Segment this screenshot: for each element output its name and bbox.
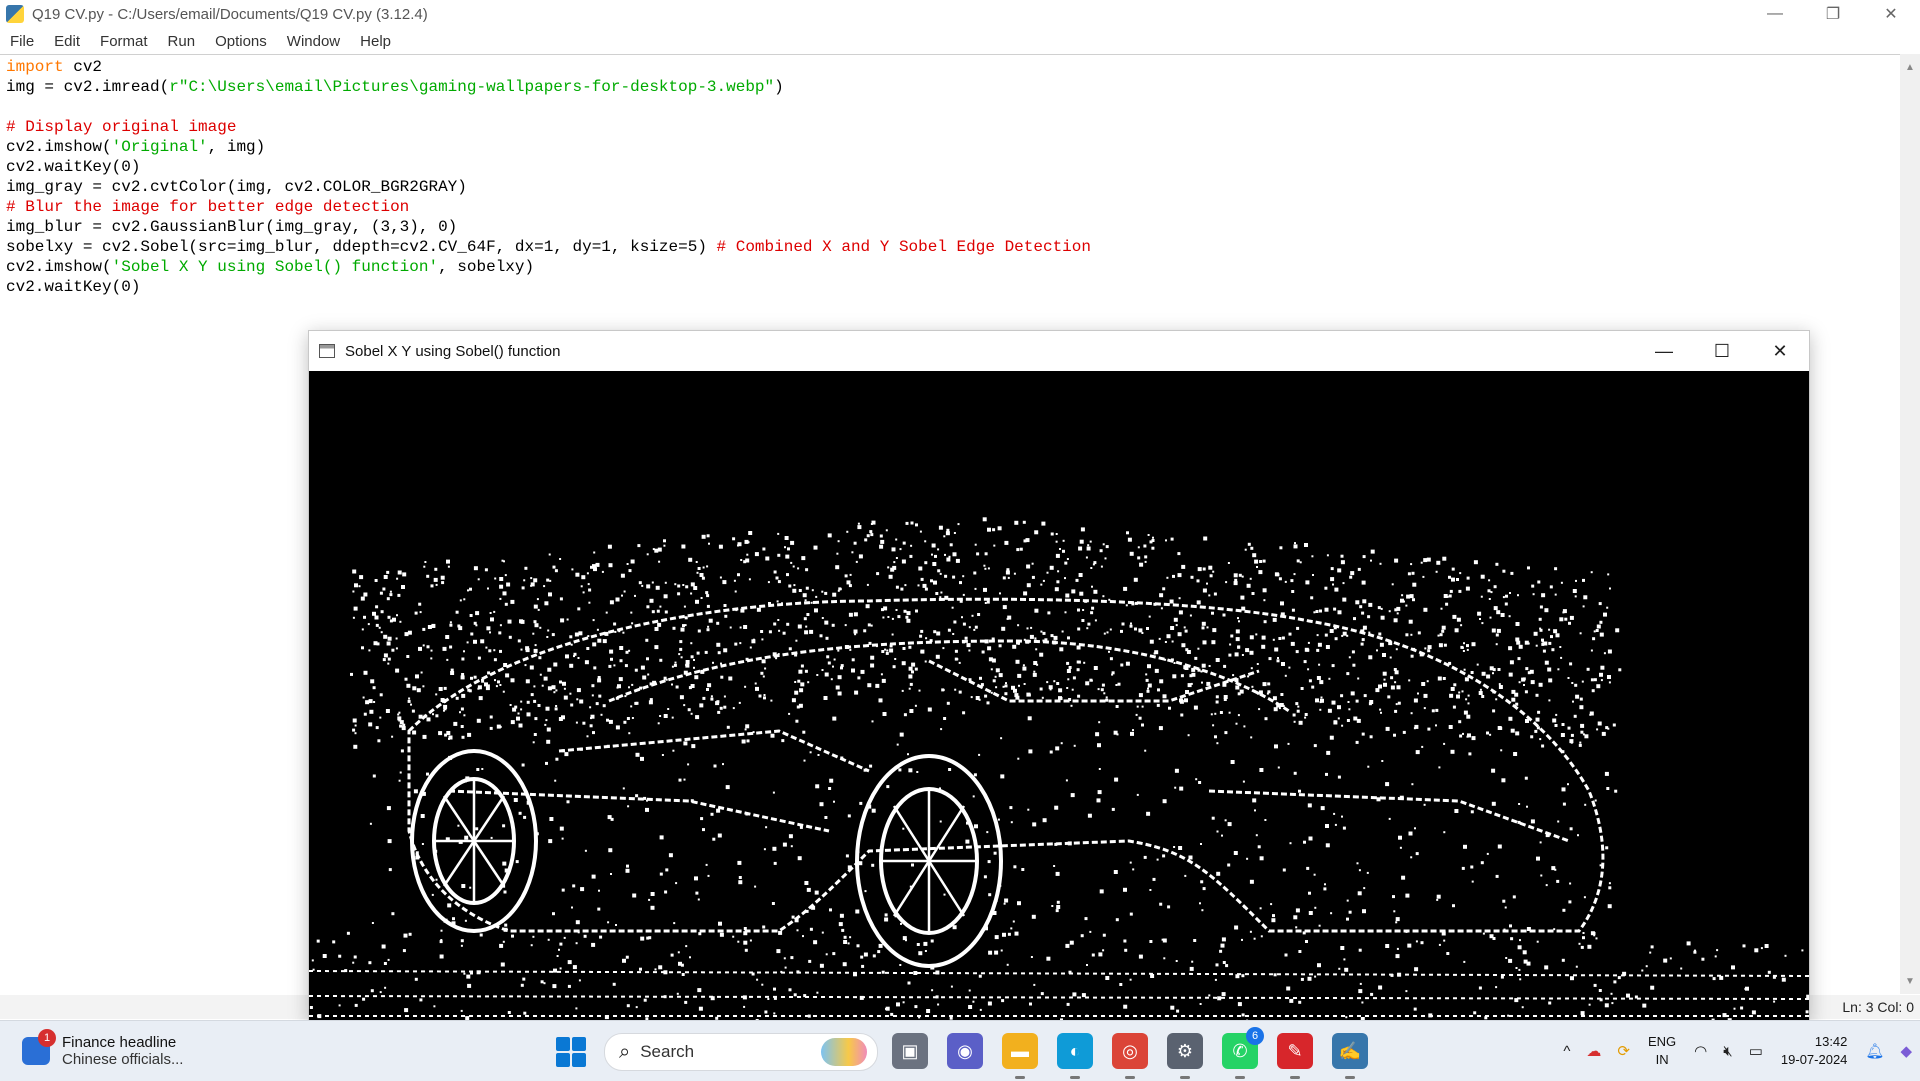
code-token: # Display original image	[6, 118, 236, 136]
code-token: 'Original'	[112, 138, 208, 156]
restore-button[interactable]: ❐	[1804, 0, 1862, 28]
menu-run[interactable]: Run	[158, 33, 206, 50]
code-line[interactable]: import cv2	[6, 57, 1091, 77]
sync-icon[interactable]: ⟳	[1617, 1042, 1630, 1060]
code-token: , img)	[208, 138, 266, 156]
menu-bar: File Edit Format Run Options Window Help	[0, 28, 1920, 54]
code-line[interactable]: # Display original image	[6, 117, 1091, 137]
opencv-close-button[interactable]: ✕	[1751, 331, 1809, 371]
opencv-maximize-button[interactable]: ☐	[1693, 331, 1751, 371]
code-token: cv2.imshow(	[6, 258, 112, 276]
onedrive-error-icon[interactable]: ☁	[1586, 1042, 1601, 1060]
menu-window[interactable]: Window	[277, 33, 350, 50]
code-token: # Blur the image for better edge detecti…	[6, 198, 409, 216]
scroll-up-icon[interactable]: ▲	[1900, 58, 1920, 76]
acrobat-icon[interactable]: ✎	[1277, 1033, 1313, 1069]
clock[interactable]: 13:42 19-07-2024	[1781, 1033, 1848, 1069]
code-line[interactable]: # Blur the image for better edge detecti…	[6, 197, 1091, 217]
taskbar: 1 Finance headline Chinese officials... …	[0, 1020, 1920, 1081]
battery-icon[interactable]: ▭	[1749, 1042, 1763, 1060]
vertical-scrollbar[interactable]: ▲ ▼	[1900, 54, 1920, 994]
opencv-window-title: Sobel X Y using Sobel() function	[345, 343, 560, 360]
code-token: cv2.imshow(	[6, 138, 112, 156]
show-hidden-icons-icon[interactable]: ^	[1563, 1043, 1570, 1060]
settings-icon[interactable]: ⚙	[1167, 1033, 1203, 1069]
notification-badge: 1	[38, 1029, 56, 1047]
wifi-icon[interactable]: ◠	[1694, 1042, 1707, 1060]
scroll-down-icon[interactable]: ▼	[1900, 972, 1920, 990]
search-highlight-icon	[821, 1038, 867, 1066]
code-token: img_blur = cv2.GaussianBlur(img_gray, (3…	[6, 218, 457, 236]
start-button[interactable]	[556, 1037, 586, 1067]
sobel-edge-car-image	[309, 371, 1809, 1021]
idle-title-bar: Q19 CV.py - C:/Users/email/Documents/Q19…	[0, 0, 1920, 28]
code-line[interactable]: sobelxy = cv2.Sobel(src=img_blur, ddepth…	[6, 237, 1091, 257]
menu-options[interactable]: Options	[205, 33, 277, 50]
code-line[interactable]: img = cv2.imread(r"C:\Users\email\Pictur…	[6, 77, 1091, 97]
minimize-button[interactable]: —	[1746, 0, 1804, 28]
code-token: )	[774, 78, 784, 96]
news-headline: Finance headline	[62, 1034, 183, 1051]
notifications-bell-icon[interactable]: 🔔︎	[1865, 1042, 1884, 1060]
opencv-window-controls: — ☐ ✕	[1635, 331, 1809, 371]
opencv-title-bar[interactable]: Sobel X Y using Sobel() function — ☐ ✕	[309, 331, 1809, 371]
clock-date: 19-07-2024	[1781, 1051, 1848, 1069]
news-subtext: Chinese officials...	[62, 1051, 183, 1068]
menu-file[interactable]: File	[0, 33, 44, 50]
language-code: ENG	[1648, 1033, 1676, 1051]
code-token: import	[6, 58, 64, 76]
code-text[interactable]: import cv2img = cv2.imread(r"C:\Users\em…	[6, 57, 1091, 297]
code-token: 'Sobel X Y using Sobel() function'	[112, 258, 438, 276]
code-line[interactable]: img_gray = cv2.cvtColor(img, cv2.COLOR_B…	[6, 177, 1091, 197]
taskbar-search[interactable]: ⌕ Search	[604, 1033, 878, 1071]
system-tray: ^ ☁ ⟳ ENG IN ◠ 🔇︎ ▭ 13:42 19-07-2024 🔔︎ …	[1555, 1021, 1920, 1081]
search-icon: ⌕	[619, 1041, 630, 1064]
code-token: sobelxy = cv2.Sobel(src=img_blur, ddepth…	[6, 238, 717, 256]
code-token: , sobelxy)	[438, 258, 534, 276]
code-line[interactable]: cv2.waitKey(0)	[6, 157, 1091, 177]
code-line[interactable]: cv2.imshow('Original', img)	[6, 137, 1091, 157]
code-line[interactable]	[6, 97, 1091, 117]
window-controls: — ❐ ✕	[1746, 0, 1920, 28]
volume-muted-icon[interactable]: 🔇︎	[1723, 1043, 1732, 1060]
opencv-image-window[interactable]: Sobel X Y using Sobel() function — ☐ ✕	[308, 330, 1810, 1022]
app-badge: 6	[1246, 1027, 1264, 1045]
code-line[interactable]: cv2.waitKey(0)	[6, 277, 1091, 297]
whatsapp-icon[interactable]: ✆6	[1222, 1033, 1258, 1069]
code-token: r"C:\Users\email\Pictures\gaming-wallpap…	[169, 78, 774, 96]
window-title: Q19 CV.py - C:/Users/email/Documents/Q19…	[32, 6, 428, 23]
menu-edit[interactable]: Edit	[44, 33, 90, 50]
chrome-icon[interactable]: ◎	[1112, 1033, 1148, 1069]
news-widget[interactable]: 1 Finance headline Chinese officials...	[22, 1029, 183, 1073]
python-file-icon	[6, 5, 24, 23]
code-token: # Combined X and Y Sobel Edge Detection	[717, 238, 1091, 256]
task-view-icon[interactable]: ▣	[892, 1033, 928, 1069]
file-explorer-icon[interactable]: ▬	[1002, 1033, 1038, 1069]
search-label: Search	[640, 1042, 694, 1062]
code-token: cv2.waitKey(0)	[6, 278, 140, 296]
menu-format[interactable]: Format	[90, 33, 158, 50]
code-line[interactable]: img_blur = cv2.GaussianBlur(img_gray, (3…	[6, 217, 1091, 237]
teams-icon[interactable]: ◉	[947, 1033, 983, 1069]
region-code: IN	[1648, 1051, 1676, 1069]
window-app-icon	[319, 344, 335, 358]
idle-icon[interactable]: ✍	[1332, 1033, 1368, 1069]
edge-detection-drawing	[309, 371, 1809, 1021]
news-icon: 1	[22, 1037, 50, 1065]
cursor-position: Ln: 3 Col: 0	[1842, 999, 1914, 1015]
code-token: img = cv2.imread(	[6, 78, 169, 96]
opencv-minimize-button[interactable]: —	[1635, 331, 1693, 371]
copilot-icon[interactable]: ◆	[1900, 1042, 1912, 1060]
language-indicator[interactable]: ENG IN	[1648, 1033, 1676, 1069]
close-button[interactable]: ✕	[1862, 0, 1920, 28]
code-token: img_gray = cv2.cvtColor(img, cv2.COLOR_B…	[6, 178, 467, 196]
menu-help[interactable]: Help	[350, 33, 401, 50]
code-token: cv2.waitKey(0)	[6, 158, 140, 176]
edge-icon[interactable]: ◐	[1057, 1033, 1093, 1069]
code-line[interactable]: cv2.imshow('Sobel X Y using Sobel() func…	[6, 257, 1091, 277]
code-token: cv2	[64, 58, 102, 76]
clock-time: 13:42	[1781, 1033, 1848, 1051]
